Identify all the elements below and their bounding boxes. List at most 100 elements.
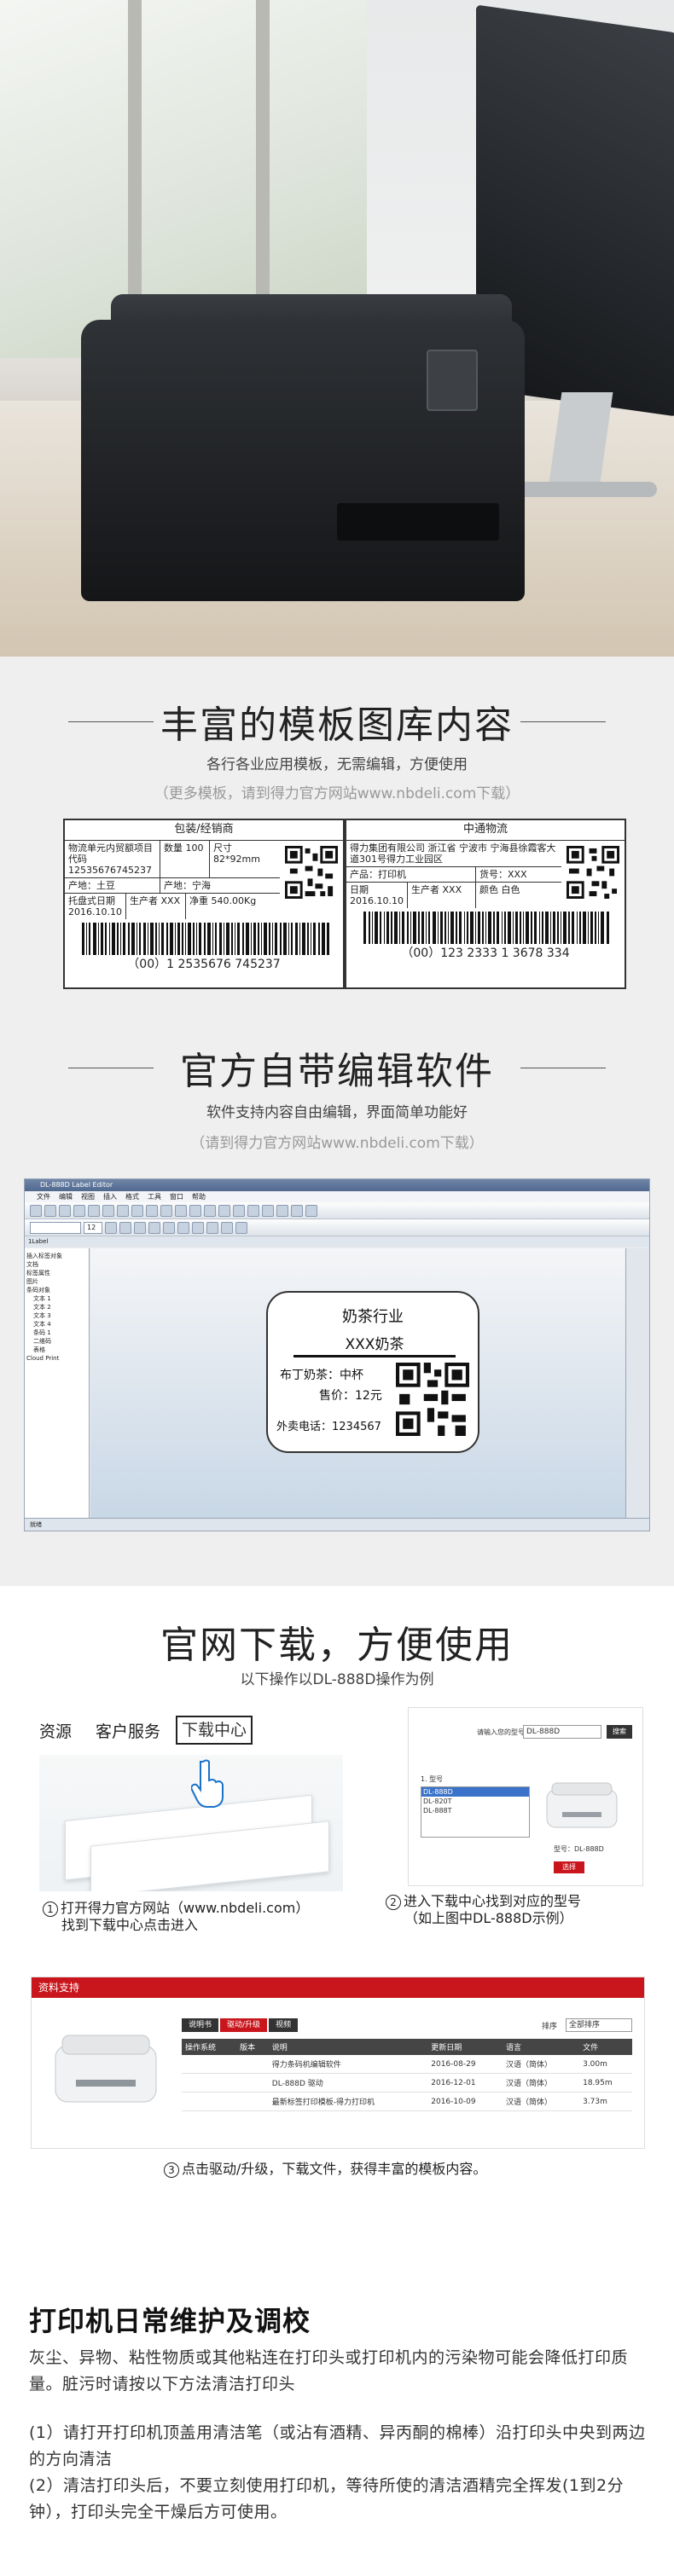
label-price: 售价：12元: [319, 1389, 382, 1403]
undo-icon[interactable]: [131, 1204, 143, 1217]
column-header: 操作系统: [182, 2039, 236, 2055]
menu-item[interactable]: 窗口: [170, 1191, 183, 1202]
font-family-select[interactable]: [30, 1221, 81, 1234]
menu-item[interactable]: 视图: [81, 1191, 95, 1202]
menu-item[interactable]: 帮助: [192, 1191, 206, 1202]
cut-icon[interactable]: [88, 1204, 100, 1217]
print-icon[interactable]: [73, 1204, 85, 1217]
step-3-caption: 3 点击驱动/升级，下载文件，获得丰富的模板内容。: [164, 2161, 486, 2178]
justify-icon[interactable]: [192, 1221, 204, 1234]
group-icon[interactable]: [235, 1221, 247, 1234]
tree-item[interactable]: 条码 1: [26, 1329, 87, 1337]
label-row: 托盘式日期 2016.10.10 生产者 XXX 净重 540.00Kg: [65, 894, 280, 919]
label-header: 中通物流: [346, 820, 625, 841]
step-number: 1: [43, 1902, 58, 1917]
align-center-icon[interactable]: [163, 1221, 175, 1234]
tree-item[interactable]: 文本 3: [26, 1311, 87, 1320]
tree-item[interactable]: 文档: [26, 1260, 87, 1269]
tab-label-document[interactable]: 1Label: [28, 1236, 48, 1247]
step-3-text: 点击驱动/升级，下载文件，获得丰富的模板内容。: [182, 2161, 487, 2177]
text-tool-icon[interactable]: [175, 1204, 187, 1217]
align-left-icon[interactable]: [148, 1221, 160, 1234]
model-input[interactable]: DL-888D: [523, 1725, 601, 1739]
tree-item[interactable]: 文本 2: [26, 1303, 87, 1311]
column-header: 更新日期: [427, 2039, 503, 2055]
list-item[interactable]: DL-820T: [421, 1797, 529, 1806]
template-label-packaging: 包装/经销商 物流单元内贸额项目代码 12535676745237 数量 100…: [63, 819, 345, 989]
zoom-icon[interactable]: [160, 1204, 172, 1217]
step-2-line-1: 进入下载中心找到对应的型号: [404, 1893, 582, 1909]
qrcode-tool-icon[interactable]: [204, 1204, 216, 1217]
download-link[interactable]: 18.95m: [579, 2073, 632, 2093]
tree-item[interactable]: 表格: [26, 1346, 87, 1354]
table-cell: 汉语（简体）: [502, 2092, 580, 2111]
open-file-icon[interactable]: [44, 1204, 56, 1217]
tree-item[interactable]: 二维码: [26, 1337, 87, 1346]
download-link[interactable]: 3.00m: [579, 2055, 632, 2074]
line-tool-icon[interactable]: [233, 1204, 245, 1217]
support-tabs: 说明书 驱动/升级 视频: [182, 2018, 299, 2032]
underline-icon[interactable]: [134, 1221, 146, 1234]
tree-item[interactable]: 图片: [26, 1277, 87, 1286]
menu-item[interactable]: 文件: [37, 1191, 50, 1202]
new-file-icon[interactable]: [30, 1204, 42, 1217]
ellipse-tool-icon[interactable]: [262, 1204, 274, 1217]
table-tool-icon[interactable]: [276, 1204, 288, 1217]
barcode-icon: [363, 912, 609, 944]
line-width-icon[interactable]: [206, 1221, 218, 1234]
list-item[interactable]: DL-888T: [421, 1806, 529, 1815]
select-model-button[interactable]: 选择: [554, 1861, 584, 1873]
column-header: 语言: [502, 2039, 580, 2055]
download-link[interactable]: 3.73m: [579, 2092, 632, 2111]
pointer-hand-icon: [191, 1759, 224, 1808]
list-item[interactable]: DL-888D: [421, 1787, 529, 1797]
database-icon[interactable]: [291, 1204, 303, 1217]
align-right-icon[interactable]: [177, 1221, 189, 1234]
milk-tea-label-preview[interactable]: 奶茶行业 XXX奶茶 布丁奶茶：中杯 售价：12元 外卖电话：1234567: [266, 1291, 479, 1453]
nav-item-customer-service[interactable]: 客户服务: [96, 1719, 160, 1742]
printer-control-panel: [427, 350, 478, 411]
tree-item[interactable]: 插入标签对象: [26, 1252, 87, 1260]
label-row: 日期 2016.10.10 生产者 XXX 颜色 白色: [346, 883, 561, 908]
sort-select[interactable]: 全部排序: [566, 2018, 632, 2032]
app-menubar: 文件 编辑 视图 插入 格式 工具 窗口 帮助: [25, 1191, 649, 1202]
menu-item[interactable]: 工具: [148, 1191, 161, 1202]
rotate-icon[interactable]: [221, 1221, 233, 1234]
font-size-select[interactable]: 12: [84, 1221, 102, 1234]
qr-code-icon: [285, 846, 338, 899]
tree-item[interactable]: 文本 4: [26, 1320, 87, 1329]
tree-item[interactable]: 标签属性: [26, 1269, 87, 1277]
barcode-number: （00）1 2535676 745237: [127, 958, 281, 971]
download-table: 操作系统 版本 说明 更新日期 语言 文件 得力条码机编辑软件 2016-08-…: [182, 2039, 632, 2111]
support-bar: 资料支持: [32, 1977, 644, 1998]
settings-icon[interactable]: [305, 1204, 317, 1217]
tab-video[interactable]: 视频: [269, 2018, 299, 2032]
nav-item-download-center[interactable]: 下载中心: [176, 1716, 253, 1745]
app-statusbar: 就绪: [25, 1518, 649, 1531]
label-cell: 得力集团有限公司 浙江省 宁波市 宁海县徐霞客大道301号得力工业园区: [350, 842, 556, 865]
tree-item[interactable]: Cloud Print: [26, 1354, 87, 1363]
tree-item[interactable]: 条码对象: [26, 1286, 87, 1294]
table-cell: [182, 2055, 236, 2074]
menu-item[interactable]: 格式: [125, 1191, 139, 1202]
copy-icon[interactable]: [102, 1204, 114, 1217]
table-row: DL-888D 驱动 2016-12-01 汉语（简体） 18.95m: [182, 2073, 632, 2093]
sort-label: 排序: [542, 2023, 558, 2031]
tab-manual[interactable]: 说明书: [182, 2018, 219, 2032]
menu-item[interactable]: 编辑: [59, 1191, 73, 1202]
printer-paper-slot: [337, 503, 499, 541]
redo-icon[interactable]: [146, 1204, 158, 1217]
search-button[interactable]: 搜索: [607, 1725, 632, 1739]
save-icon[interactable]: [59, 1204, 71, 1217]
tab-driver[interactable]: 驱动/升级: [220, 2018, 268, 2032]
tree-item[interactable]: 文本 1: [26, 1294, 87, 1303]
image-tool-icon[interactable]: [218, 1204, 230, 1217]
bold-icon[interactable]: [105, 1221, 117, 1234]
italic-icon[interactable]: [119, 1221, 131, 1234]
label-fields: 得力集团有限公司 浙江省 宁波市 宁海县徐霞客大道301号得力工业园区 产品：打…: [346, 841, 561, 908]
barcode-tool-icon[interactable]: [189, 1204, 201, 1217]
rect-tool-icon[interactable]: [247, 1204, 259, 1217]
menu-item[interactable]: 插入: [103, 1191, 117, 1202]
paste-icon[interactable]: [117, 1204, 129, 1217]
nav-item-resources[interactable]: 资源: [39, 1719, 72, 1742]
